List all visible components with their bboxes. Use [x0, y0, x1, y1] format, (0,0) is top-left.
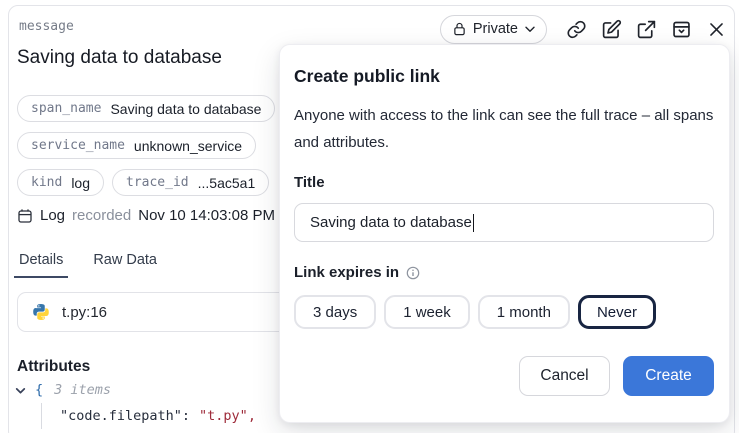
- open-external-icon[interactable]: [630, 13, 662, 45]
- edit-icon[interactable]: [595, 13, 627, 45]
- chip-service-name[interactable]: service_name unknown_service: [17, 132, 256, 159]
- json-open-brace: {: [35, 382, 43, 398]
- chip-value: unknown_service: [134, 138, 242, 154]
- chip-key: trace_id: [126, 175, 189, 190]
- expiry-options: 3 days 1 week 1 month Never: [294, 295, 714, 329]
- attributes-heading: Attributes: [17, 358, 90, 376]
- text-caret: [473, 214, 475, 232]
- recorded-time: Nov 10 14:03:08 PM: [138, 207, 275, 224]
- json-entry-row: "code.filepath": "t.py",: [41, 403, 256, 429]
- chevron-down-icon[interactable]: [14, 384, 28, 397]
- screenshot-root: message Saving data to database span_nam…: [0, 0, 739, 433]
- page-title: Saving data to database: [17, 47, 222, 69]
- privacy-label: Private: [473, 21, 518, 37]
- expiry-option-never[interactable]: Never: [578, 295, 656, 329]
- collapse-panel-icon[interactable]: [665, 13, 697, 45]
- title-input[interactable]: Saving data to database: [294, 203, 714, 242]
- python-icon: [32, 303, 50, 321]
- chip-trace-id[interactable]: trace_id ...5ac5a1: [112, 169, 269, 196]
- create-public-link-dialog: Create public link Anyone with access to…: [279, 44, 730, 423]
- json-key: "code.filepath":: [60, 408, 190, 424]
- close-icon[interactable]: [700, 13, 732, 45]
- recorded-kind: Log: [40, 207, 65, 224]
- expiry-option-1-week[interactable]: 1 week: [384, 295, 470, 329]
- cancel-button[interactable]: Cancel: [519, 356, 610, 396]
- chip-key: service_name: [31, 138, 125, 153]
- expiry-option-1-month[interactable]: 1 month: [478, 295, 570, 329]
- copy-link-icon[interactable]: [560, 13, 592, 45]
- calendar-icon: [17, 208, 33, 224]
- dialog-actions: Cancel Create: [294, 356, 714, 396]
- info-icon[interactable]: [406, 266, 420, 280]
- recorded-timestamp: Log recorded Nov 10 14:03:08 PM: [17, 207, 275, 224]
- privacy-dropdown[interactable]: Private: [440, 15, 547, 44]
- field-label: message: [19, 19, 74, 34]
- tab-raw-data[interactable]: Raw Data: [88, 250, 162, 278]
- tab-details[interactable]: Details: [14, 250, 68, 278]
- json-items-count: 3 items: [54, 382, 111, 398]
- json-value: "t.py",: [199, 408, 256, 424]
- chevron-down-icon: [525, 26, 535, 33]
- detail-tabs: Details Raw Data: [14, 250, 162, 278]
- title-input-value: Saving data to database: [310, 214, 472, 231]
- dialog-title: Create public link: [294, 65, 714, 87]
- attribute-chips: span_name Saving data to database servic…: [17, 95, 275, 196]
- expiry-label: Link expires in: [294, 263, 399, 282]
- dialog-description: Anyone with access to the link can see t…: [294, 102, 714, 156]
- toolbar: Private: [440, 13, 732, 45]
- chip-span-name[interactable]: span_name Saving data to database: [17, 95, 275, 122]
- create-button[interactable]: Create: [623, 356, 714, 396]
- expiry-option-3-days[interactable]: 3 days: [294, 295, 376, 329]
- recorded-verb: recorded: [72, 207, 131, 224]
- json-tree-root: { 3 items: [14, 382, 111, 398]
- chip-value: Saving data to database: [110, 101, 261, 117]
- title-field-label: Title: [294, 173, 714, 192]
- chip-key: kind: [31, 175, 62, 190]
- lock-icon: [453, 22, 466, 36]
- chip-key: span_name: [31, 101, 101, 116]
- source-location-text: t.py:16: [62, 304, 107, 321]
- chip-value: ...5ac5a1: [198, 175, 256, 191]
- chip-kind[interactable]: kind log: [17, 169, 104, 196]
- chip-value: log: [71, 175, 90, 191]
